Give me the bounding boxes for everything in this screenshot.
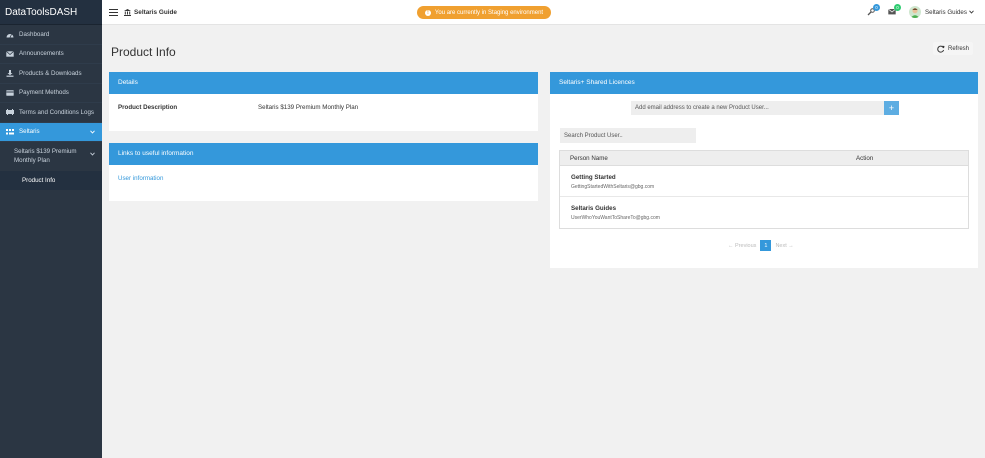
table-header: Person Name Action (560, 151, 968, 166)
sidebar-item-dashboard[interactable]: Dashboard (0, 25, 102, 45)
product-description-label: Product Description (118, 104, 178, 111)
add-user-button[interactable]: + (884, 101, 899, 115)
brand-logo[interactable]: DataToolsDASH (0, 0, 102, 25)
table-row[interactable]: Getting Started GettingStartedWithSeltar… (560, 166, 968, 197)
chevron-down-icon (90, 150, 95, 159)
chevron-down-icon (90, 129, 95, 136)
dashboard-icon (5, 31, 14, 38)
sidebar-item-label: Products & Downloads (19, 69, 82, 77)
site-title-text: Seltaris Guide (134, 8, 177, 16)
page-title: Product Info (111, 45, 176, 59)
product-users-table: Person Name Action Getting Started Getti… (559, 150, 969, 229)
sidebar-item-terms-logs[interactable]: Terms and Conditions Logs (0, 103, 102, 123)
bank-icon (124, 8, 131, 16)
sidebar-item-label: Announcements (19, 50, 64, 58)
user-information-link[interactable]: User information (118, 175, 163, 182)
column-action: Action (856, 154, 874, 162)
product-description-value: Seltaris $139 Premium Monthly Plan (258, 104, 359, 111)
info-icon: ! (424, 9, 431, 16)
sidebar-item-products-downloads[interactable]: Products & Downloads (0, 64, 102, 84)
notification-count: 0 (873, 4, 880, 11)
messages-count: 0 (894, 4, 901, 11)
pagination: ← Previous 1 Next → (728, 240, 794, 251)
pagination-previous[interactable]: ← Previous (728, 243, 756, 249)
sidebar-subitem-label: Seltaris $139 Premium Monthly Plan (14, 148, 77, 165)
pagination-page[interactable]: 1 (760, 240, 772, 251)
pagination-next[interactable]: Next → (775, 243, 793, 249)
column-person-name: Person Name (570, 154, 608, 162)
top-bar: Seltaris Guide ! You are currently in St… (102, 0, 985, 25)
sidebar-item-payment-methods[interactable]: Payment Methods (0, 84, 102, 103)
details-heading: Details (109, 72, 538, 94)
grid-icon (5, 128, 14, 135)
avatar[interactable] (909, 6, 921, 18)
refresh-button[interactable]: Refresh (933, 42, 973, 55)
notification-button[interactable]: 0 (867, 4, 880, 16)
environment-message: You are currently in Staging environment (434, 9, 544, 16)
person-name: Seltaris Guides (571, 205, 617, 212)
search-input[interactable]: Search Product User.. (560, 128, 696, 143)
site-title[interactable]: Seltaris Guide (124, 8, 177, 16)
sidebar-subitem-premium-plan[interactable]: Seltaris $139 Premium Monthly Plan (0, 142, 102, 171)
links-heading: Links to useful information (109, 143, 538, 165)
shared-licences-heading: Seltaris+ Shared Licences (550, 72, 978, 94)
sidebar: DataToolsDASH Dashboard Announcements Pr… (0, 0, 102, 458)
sidebar-item-label: Seltaris (19, 128, 40, 136)
messages-button[interactable]: 0 (888, 4, 901, 16)
refresh-label: Refresh (947, 45, 969, 52)
add-email-input[interactable]: Add email address to create a new Produc… (631, 101, 884, 115)
links-panel: Links to useful information User informa… (109, 143, 538, 201)
sidebar-item-label: Dashboard (19, 30, 50, 38)
menu-toggle-icon[interactable] (109, 8, 118, 16)
sidebar-item-seltaris[interactable]: Seltaris (0, 122, 102, 142)
person-email: GettingStartedWithSeltaris@gbg.com (571, 184, 655, 190)
download-icon (5, 69, 14, 77)
user-menu[interactable]: Seltaris Guides (925, 9, 974, 16)
person-email: UserWhoYouWantToShareTo@gbg.com (571, 215, 660, 221)
person-name: Getting Started (571, 174, 616, 181)
add-user-row: Add email address to create a new Produc… (631, 101, 899, 115)
chevron-down-icon (968, 10, 974, 14)
details-panel: Details Product Description Seltaris $13… (109, 72, 538, 131)
credit-card-icon (5, 89, 14, 96)
user-name: Seltaris Guides (925, 9, 967, 16)
envelope-icon (5, 50, 14, 57)
table-row[interactable]: Seltaris Guides UserWhoYouWantToShareTo@… (560, 197, 968, 228)
sidebar-item-announcements[interactable]: Announcements (0, 45, 102, 64)
sidebar-subitem-product-info[interactable]: Product Info (0, 170, 102, 190)
log-icon (5, 109, 14, 116)
details-row: Product Description Seltaris $139 Premiu… (118, 104, 529, 111)
sidebar-item-label: Terms and Conditions Logs (19, 108, 94, 116)
refresh-icon (937, 45, 945, 53)
sidebar-item-label: Payment Methods (19, 89, 69, 97)
environment-badge: ! You are currently in Staging environme… (417, 6, 551, 19)
